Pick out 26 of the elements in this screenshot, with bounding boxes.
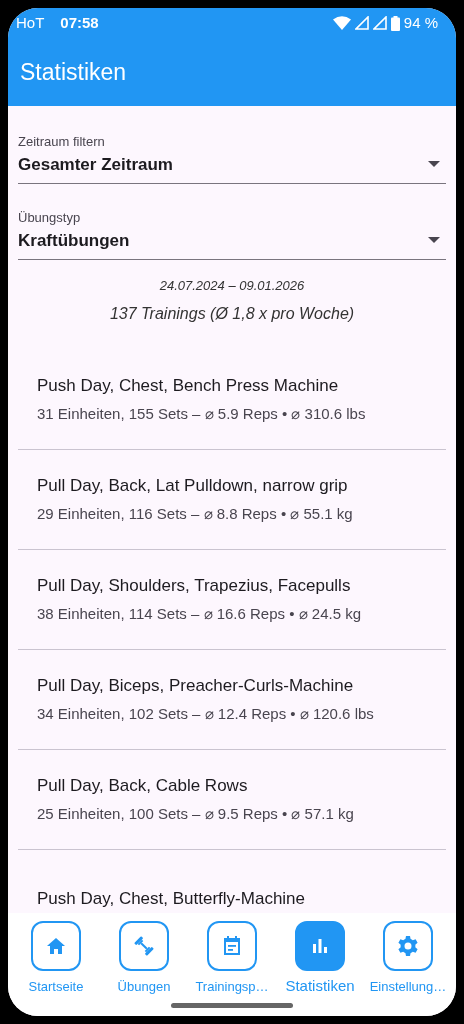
- status-time: 07:58: [60, 12, 99, 33]
- signal-icon: [354, 16, 369, 30]
- nav-button[interactable]: [383, 921, 433, 971]
- dropdown-field[interactable]: Zeitraum filtern Gesamter Zeitraum: [18, 132, 446, 184]
- nav-button[interactable]: [295, 921, 345, 971]
- exercise-item[interactable]: Pull Day, Shoulders, Trapezius, Facepulls 38 Einheiten, 114 Sets – ⌀ 16.6 Reps • ⌀ 24.5 kg: [18, 549, 446, 650]
- carrier-name: HoT: [16, 12, 45, 33]
- training-summary: 137 Trainings (Ø 1,8 x pro Woche): [108, 303, 356, 324]
- nav-button[interactable]: [31, 921, 81, 971]
- dropdown-field[interactable]: Übungstyp Kraftübungen: [18, 208, 446, 260]
- settings-icon: [396, 934, 420, 958]
- date-range: 24.07.2024 – 09.01.2026: [158, 277, 306, 295]
- battery-icon: [390, 15, 400, 31]
- exercise-item[interactable]: Push Day, Chest, Bench Press Machine 31 Einheiten, 155 Sets – ⌀ 5.9 Reps • ⌀ 310.6 lbs: [18, 349, 446, 450]
- nav-button[interactable]: [207, 921, 257, 971]
- signal-icon: [372, 16, 387, 30]
- dropdown-caret-icon: [428, 237, 440, 243]
- exercise-item[interactable]: Pull Day, Biceps, Preacher-Curls-Machine 34 Einheiten, 102 Sets – ⌀ 12.4 Reps • ⌀ 120.6 lbs: [18, 649, 446, 750]
- wifi-icon: [332, 16, 351, 30]
- battery-level: 94 %: [403, 12, 438, 33]
- exercise-item[interactable]: Pull Day, Back, Cable Rows 25 Einheiten, 100 Sets – ⌀ 9.5 Reps • ⌀ 57.1 kg: [18, 749, 446, 850]
- nav-button[interactable]: [119, 921, 169, 971]
- dumbbell-icon: [132, 934, 156, 958]
- dropdown-caret-icon: [428, 161, 440, 167]
- app-title: Statistiken: [20, 57, 127, 87]
- exercise-item[interactable]: Pull Day, Back, Lat Pulldown, narrow grip 29 Einheiten, 116 Sets – ⌀ 8.8 Reps • ⌀ 55.1 kg: [18, 449, 446, 550]
